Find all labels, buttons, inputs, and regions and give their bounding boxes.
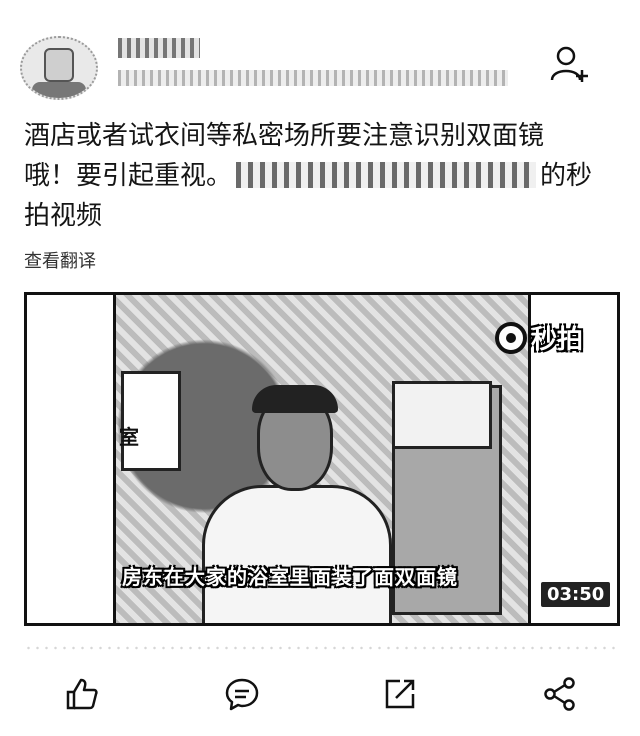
background-tv bbox=[392, 381, 492, 449]
video-subtitle: 房东在大家的浴室里面装了面双面镜 bbox=[122, 565, 458, 589]
miaopai-watermark: 秒拍 bbox=[495, 319, 583, 356]
video-letterbox-left bbox=[27, 295, 116, 623]
post-text-line-3: 拍视频 bbox=[24, 201, 103, 231]
post-text-line-1: 酒店或者试衣间等私密场所要注意识别双面镜 bbox=[24, 121, 545, 151]
avatar[interactable] bbox=[20, 36, 98, 100]
share-icon[interactable] bbox=[542, 676, 578, 712]
see-translation-link[interactable]: 查看翻译 bbox=[24, 247, 96, 273]
repost-icon[interactable] bbox=[382, 676, 418, 712]
like-icon[interactable] bbox=[64, 676, 100, 712]
author-name-redacted[interactable] bbox=[118, 38, 200, 58]
post-meta-redacted bbox=[118, 70, 508, 86]
post-text-line-2-start: 哦！要引起重视。 bbox=[24, 161, 233, 191]
action-bar bbox=[0, 660, 640, 730]
miaopai-logo-icon bbox=[495, 321, 527, 354]
post-text-line-2: 哦！要引起重视。 的秒 bbox=[24, 156, 616, 196]
video-duration: 03:50 bbox=[539, 580, 613, 609]
person-shirt bbox=[202, 485, 392, 623]
person-cap bbox=[252, 385, 338, 413]
wall-sign-text: 室 bbox=[119, 425, 139, 449]
post-header bbox=[0, 0, 640, 110]
post-text-line-2-end: 的秒 bbox=[540, 161, 593, 191]
follow-user-icon[interactable] bbox=[548, 44, 592, 84]
divider bbox=[24, 646, 616, 650]
miaopai-label: 秒拍 bbox=[531, 325, 584, 355]
comment-icon[interactable] bbox=[224, 676, 260, 712]
redacted-user-mention[interactable] bbox=[236, 161, 537, 188]
video-player[interactable]: 室 秒拍 房东在大家的浴室里面装了面双面镜 03:50 bbox=[24, 292, 620, 626]
post-text: 酒店或者试衣间等私密场所要注意识别双面镜 哦！要引起重视。 的秒 拍视频 bbox=[24, 116, 616, 236]
